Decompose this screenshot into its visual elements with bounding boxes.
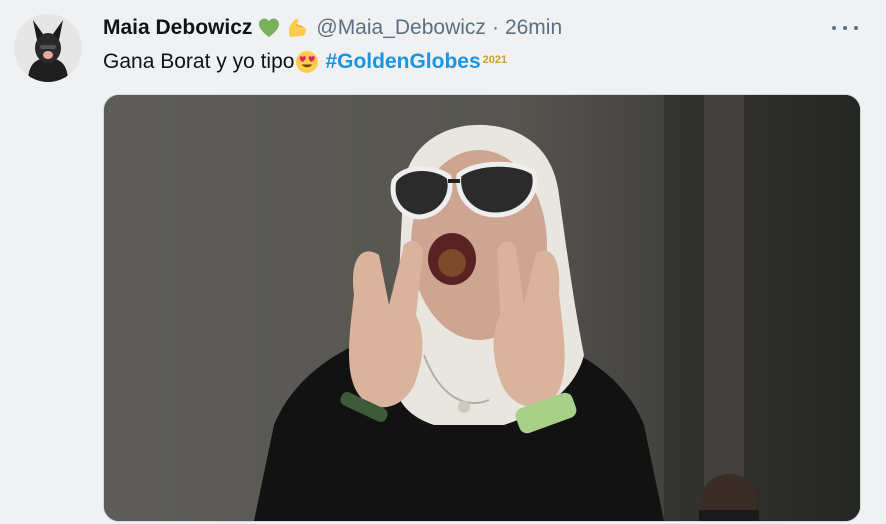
green-heart-icon xyxy=(258,17,280,39)
hashtag-link[interactable]: #GoldenGlobes xyxy=(325,50,480,74)
separator-dot: · xyxy=(491,16,499,39)
more-options-icon[interactable] xyxy=(832,18,858,38)
heart-eyes-emoji-icon xyxy=(295,50,319,74)
tweet-media-photo[interactable] xyxy=(103,94,861,522)
display-name[interactable]: Maia Debowicz xyxy=(103,16,252,40)
tweet[interactable]: Maia Debowicz @Maia_Debowicz · 26min Gan… xyxy=(0,0,886,524)
tweet-header: Maia Debowicz @Maia_Debowicz · 26min xyxy=(103,14,846,42)
tweet-text-content: Gana Borat y yo tipo xyxy=(103,50,295,73)
photo-image xyxy=(104,95,860,521)
timestamp[interactable]: 26min xyxy=(505,16,562,40)
avatar[interactable] xyxy=(14,14,82,82)
avatar-image xyxy=(14,14,82,82)
hashtag-badge: 2021 xyxy=(482,54,508,66)
flexed-biceps-icon xyxy=(286,17,308,39)
user-handle[interactable]: @Maia_Debowicz xyxy=(316,16,486,40)
tweet-text: Gana Borat y yo tipo #GoldenGlobes 2021 xyxy=(103,48,507,76)
